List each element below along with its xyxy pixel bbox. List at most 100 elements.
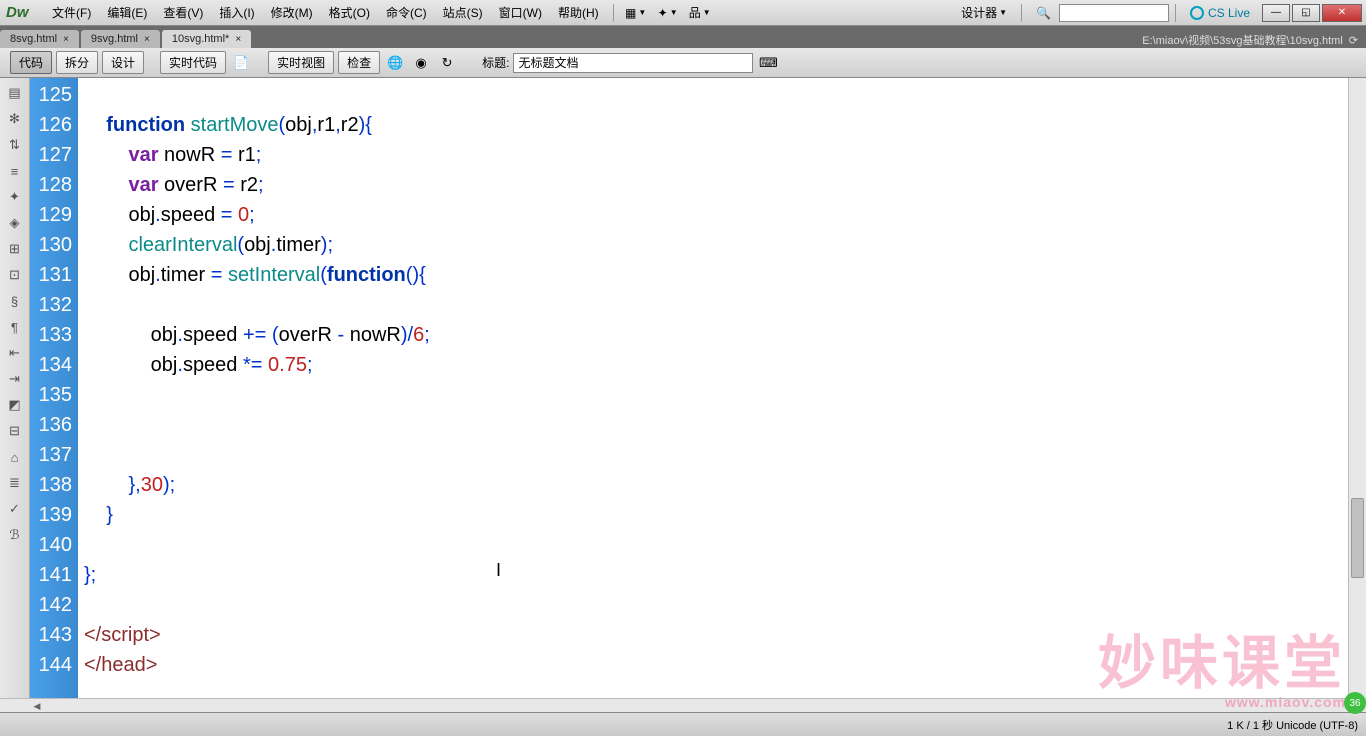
menu-item[interactable]: 编辑(E) bbox=[99, 4, 155, 21]
tab-close-icon[interactable]: × bbox=[144, 34, 150, 45]
code-toolbar-strip: ▤ ✻ ⇅ ≡ ✦ ◈ ⊞ ⊡ § ¶ ⇤ ⇥ ◩ ⊟ ⌂ ≣ ✓ ℬ bbox=[0, 78, 30, 698]
recent-snippets-icon[interactable]: ⊟ bbox=[6, 422, 24, 440]
syntax-icon[interactable]: ⊡ bbox=[6, 266, 24, 284]
split-view-button[interactable]: 拆分 bbox=[56, 51, 98, 74]
code-line[interactable]: }; bbox=[84, 560, 1348, 590]
cslive-button[interactable]: CS Live bbox=[1182, 6, 1258, 20]
divider bbox=[613, 4, 614, 22]
code-line[interactable] bbox=[84, 530, 1348, 560]
code-line[interactable] bbox=[84, 590, 1348, 620]
line-number: 125 bbox=[30, 80, 72, 110]
menu-item[interactable]: 格式(O) bbox=[321, 4, 378, 21]
designer-dropdown[interactable]: 设计器 ▼ bbox=[953, 4, 1015, 21]
vertical-scrollbar[interactable] bbox=[1348, 78, 1366, 698]
line-number: 135 bbox=[30, 380, 72, 410]
extend-icon[interactable]: ✦▼ bbox=[656, 3, 680, 23]
scrollbar-thumb[interactable] bbox=[1351, 498, 1364, 578]
brush-icon[interactable]: 品▼ bbox=[688, 3, 712, 23]
document-tab[interactable]: 9svg.html× bbox=[81, 30, 160, 48]
tab-close-icon[interactable]: × bbox=[63, 34, 69, 45]
word-wrap-icon[interactable]: § bbox=[6, 292, 24, 310]
line-number: 140 bbox=[30, 530, 72, 560]
menu-item[interactable]: 站点(S) bbox=[435, 4, 491, 21]
layout-icon[interactable]: ▦▼ bbox=[624, 3, 648, 23]
menu-item[interactable]: 修改(M) bbox=[263, 4, 321, 21]
select-parent-icon[interactable]: ≡ bbox=[6, 162, 24, 180]
format-icon[interactable]: ≣ bbox=[6, 474, 24, 492]
code-line[interactable]: obj.timer = setInterval(function(){ bbox=[84, 260, 1348, 290]
menu-item[interactable]: 插入(I) bbox=[211, 4, 262, 21]
hidden-chars-icon[interactable]: ¶ bbox=[6, 318, 24, 336]
document-tab[interactable]: 10svg.html*× bbox=[162, 30, 251, 48]
design-view-button[interactable]: 设计 bbox=[102, 51, 144, 74]
code-line[interactable]: clearInterval(obj.timer); bbox=[84, 230, 1348, 260]
live-code-button[interactable]: 实时代码 bbox=[160, 51, 226, 74]
scroll-left-icon[interactable]: ◀ bbox=[30, 699, 44, 713]
code-line[interactable] bbox=[84, 440, 1348, 470]
globe-icon[interactable]: 🌐 bbox=[384, 53, 406, 73]
code-line[interactable]: },30); bbox=[84, 470, 1348, 500]
code-line[interactable]: function startMove(obj,r1,r2){ bbox=[84, 110, 1348, 140]
code-line[interactable]: obj.speed += (overR - nowR)/6; bbox=[84, 320, 1348, 350]
close-button[interactable]: ✕ bbox=[1322, 4, 1362, 22]
code-line[interactable]: } bbox=[84, 500, 1348, 530]
refresh-icon[interactable]: ↻ bbox=[436, 53, 458, 73]
collapse-icon[interactable]: ✻ bbox=[6, 110, 24, 128]
app-logo: Dw bbox=[6, 3, 38, 23]
menu-item[interactable]: 窗口(W) bbox=[491, 4, 550, 21]
outdent-icon[interactable]: ⇥ bbox=[6, 370, 24, 388]
cslive-icon bbox=[1190, 6, 1204, 20]
line-number: 138 bbox=[30, 470, 72, 500]
menu-item[interactable]: 文件(F) bbox=[44, 4, 99, 21]
search-input[interactable] bbox=[1059, 4, 1169, 22]
line-numbers-icon[interactable]: ◈ bbox=[6, 214, 24, 232]
title-input[interactable] bbox=[513, 53, 753, 73]
line-number: 137 bbox=[30, 440, 72, 470]
live-view-button[interactable]: 实时视图 bbox=[268, 51, 334, 74]
nav-icon[interactable]: ◉ bbox=[410, 53, 432, 73]
keyboard-icon[interactable]: ⌨ bbox=[757, 53, 779, 73]
comment-icon[interactable]: ◩ bbox=[6, 396, 24, 414]
move-css-icon[interactable]: ⌂ bbox=[6, 448, 24, 466]
code-editor[interactable]: function startMove(obj,r1,r2){ var nowR … bbox=[78, 78, 1348, 698]
code-line[interactable] bbox=[84, 380, 1348, 410]
search-icon[interactable]: 🔍 bbox=[1028, 6, 1059, 20]
file-path: E:\miaov\视频\53svg基础教程\10svg.html⟳ bbox=[1142, 32, 1366, 48]
line-number: 136 bbox=[30, 410, 72, 440]
code-view-button[interactable]: 代码 bbox=[10, 51, 52, 74]
code-line[interactable]: </head> bbox=[84, 650, 1348, 680]
code-line[interactable]: var overR = r2; bbox=[84, 170, 1348, 200]
code-line[interactable] bbox=[84, 410, 1348, 440]
tab-close-icon[interactable]: × bbox=[235, 34, 241, 45]
expand-icon[interactable]: ⇅ bbox=[6, 136, 24, 154]
status-bar: 1 K / 1 秒 Unicode (UTF-8) bbox=[0, 712, 1366, 736]
badge-360: 36 bbox=[1344, 692, 1366, 714]
highlight-icon[interactable]: ⊞ bbox=[6, 240, 24, 258]
indent-icon[interactable]: ⇤ bbox=[6, 344, 24, 362]
livecode-icon[interactable]: 📄 bbox=[230, 53, 252, 73]
open-docs-icon[interactable]: ▤ bbox=[6, 84, 24, 102]
line-number: 134 bbox=[30, 350, 72, 380]
code-line[interactable] bbox=[84, 290, 1348, 320]
code-line[interactable]: obj.speed = 0; bbox=[84, 200, 1348, 230]
menu-item[interactable]: 查看(V) bbox=[155, 4, 211, 21]
line-number: 127 bbox=[30, 140, 72, 170]
document-tab[interactable]: 8svg.html× bbox=[0, 30, 79, 48]
code-line[interactable] bbox=[84, 80, 1348, 110]
menu-item[interactable]: 帮助(H) bbox=[550, 4, 607, 21]
line-number: 143 bbox=[30, 620, 72, 650]
inspect-button[interactable]: 检查 bbox=[338, 51, 380, 74]
code-line[interactable]: var nowR = r1; bbox=[84, 140, 1348, 170]
line-number: 129 bbox=[30, 200, 72, 230]
validate-icon[interactable]: ✓ bbox=[6, 500, 24, 518]
line-number: 130 bbox=[30, 230, 72, 260]
balance-icon[interactable]: ✦ bbox=[6, 188, 24, 206]
maximize-button[interactable]: ◱ bbox=[1292, 4, 1320, 22]
horizontal-scrollbar[interactable]: ◀ ▶ bbox=[0, 698, 1366, 712]
code-line[interactable]: </script> bbox=[84, 620, 1348, 650]
menu-item[interactable]: 命令(C) bbox=[378, 4, 435, 21]
reference-icon[interactable]: ℬ bbox=[6, 526, 24, 544]
code-line[interactable]: obj.speed *= 0.75; bbox=[84, 350, 1348, 380]
minimize-button[interactable]: — bbox=[1262, 4, 1290, 22]
sync-icon[interactable]: ⟳ bbox=[1349, 34, 1358, 47]
